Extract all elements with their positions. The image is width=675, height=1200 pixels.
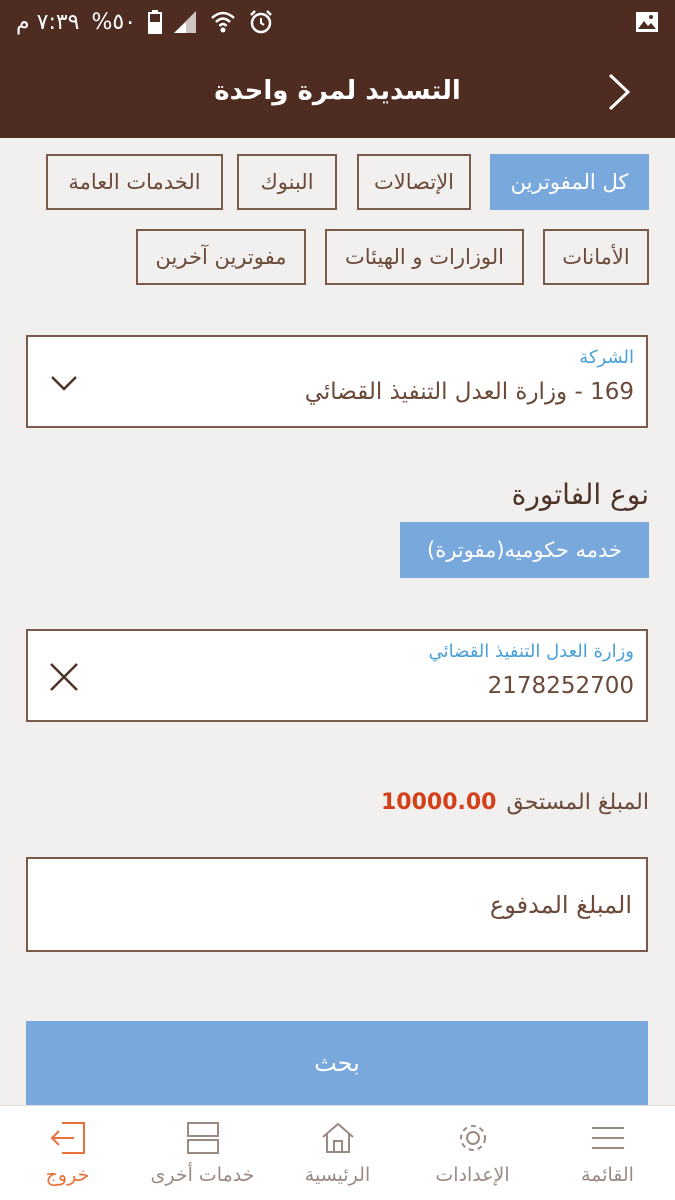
category-public-services[interactable]: الخدمات العامة [46,154,223,210]
app-header: التسديد لمرة واحدة [0,44,675,138]
nav-home[interactable]: الرئيسية [270,1106,405,1200]
due-amount-row: المبلغ المستحق 10000.00 [381,790,649,815]
due-amount: 10000.00 [380,790,497,815]
signal-icon [174,11,198,33]
status-right [635,11,659,33]
due-label: المبلغ المستحق [506,790,649,815]
nav-menu[interactable]: القائمة [540,1106,675,1200]
close-icon[interactable] [46,659,82,695]
menu-icon [591,1120,625,1156]
bill-type-title: نوع الفاتورة [511,478,649,511]
nav-settings[interactable]: الإعدادات [405,1106,540,1200]
company-value: 169 - وزارة العدل التنفيذ القضائي [304,379,634,405]
search-button[interactable]: بحث [26,1021,648,1105]
wifi-icon [210,10,236,34]
nav-other-services-label: خدمات أخرى [150,1164,255,1186]
category-other-billers[interactable]: مفوترين آخرين [136,229,306,285]
company-select[interactable]: الشركة 169 - وزارة العدل التنفيذ القضائي [26,335,648,428]
category-banks[interactable]: البنوك [237,154,337,210]
category-all-billers[interactable]: كل المفوترين [490,154,649,210]
back-button[interactable] [599,70,639,114]
battery-percent: %٥٠ [91,9,137,35]
exit-icon [50,1120,86,1156]
nav-menu-label: القائمة [581,1164,634,1186]
account-field[interactable]: وزارة العدل التنفيذ القضائي 2178252700 [26,629,648,722]
battery-icon [148,10,163,34]
account-number: 2178252700 [487,673,634,699]
category-telecom[interactable]: الإتصالات [357,154,471,210]
account-label: وزارة العدل التنفيذ القضائي [428,641,634,662]
services-icon [186,1120,220,1156]
status-time: ٧:٣٩ م [16,9,80,35]
chevron-down-icon[interactable] [46,365,82,401]
home-icon [321,1120,355,1156]
gear-icon [456,1120,490,1156]
nav-settings-label: الإعدادات [435,1164,510,1186]
bill-type-chip[interactable]: خدمه حكوميه(مفوترة) [400,522,649,578]
nav-home-label: الرئيسية [304,1164,371,1186]
status-left: ٧:٣٩ م %٥٠ [16,9,274,35]
paid-amount-input[interactable] [26,857,648,952]
nav-other-services[interactable]: خدمات أخرى [135,1106,270,1200]
category-ministries[interactable]: الوزارات و الهيئات [325,229,524,285]
chevron-right-icon [608,73,631,111]
status-bar: ٧:٣٩ م %٥٠ [0,0,675,44]
page-title: التسديد لمرة واحدة [214,76,461,106]
alarm-icon [248,9,274,35]
bottom-nav: القائمة الإعدادات الرئيسية خدمات أخرى خر… [0,1105,675,1200]
gallery-icon [635,11,659,33]
category-municipalities[interactable]: الأمانات [543,229,649,285]
nav-exit[interactable]: خروج [0,1106,135,1200]
company-label: الشركة [579,347,634,368]
nav-exit-label: خروج [45,1164,90,1186]
